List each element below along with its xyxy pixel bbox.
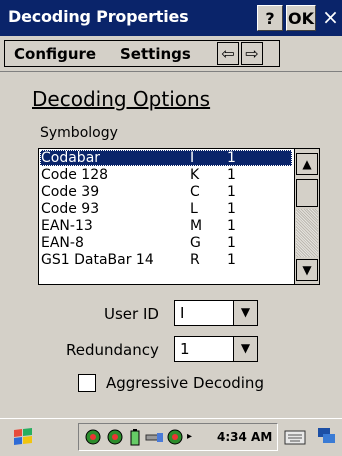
window-title: Decoding Properties — [8, 7, 189, 26]
symbology-name: Codabar — [41, 150, 101, 166]
menu-frame: Configure Settings ⇦ ⇨ — [4, 40, 280, 67]
symbology-name: EAN-8 — [41, 235, 84, 251]
symbology-name: GS1 DataBar 14 — [41, 252, 154, 268]
listbox-scrollbar[interactable]: ▲ ▼ — [294, 149, 319, 284]
usb-connection-icon[interactable] — [145, 429, 165, 449]
scroll-thumb[interactable] — [296, 179, 318, 207]
list-item[interactable]: Code 93 L 1 — [40, 201, 292, 217]
symbology-redundancy: 1 — [227, 184, 236, 200]
title-bar: Decoding Properties ? OK × — [0, 0, 342, 36]
aggressive-decoding-checkbox[interactable] — [78, 374, 96, 392]
symbology-id: C — [190, 184, 200, 200]
network-icon[interactable] — [167, 429, 183, 449]
symbology-id: L — [190, 201, 198, 217]
section-heading: Decoding Options — [32, 87, 211, 111]
tray-expand-icon[interactable]: ▸ — [187, 431, 192, 442]
user-id-label: User ID — [104, 305, 159, 323]
ok-button[interactable]: OK — [286, 5, 316, 31]
list-item[interactable]: EAN-13 M 1 — [40, 218, 292, 234]
symbology-id: I — [190, 150, 195, 166]
back-arrow-icon[interactable]: ⇦ — [217, 42, 239, 65]
symbology-redundancy: 1 — [227, 150, 236, 166]
symbology-redundancy: 1 — [227, 235, 236, 251]
symbology-id: M — [190, 218, 203, 234]
user-id-value: I — [180, 304, 185, 322]
windows-switch-icon[interactable] — [316, 426, 336, 450]
redundancy-value: 1 — [180, 340, 190, 358]
symbology-name: Code 128 — [41, 167, 109, 183]
redundancy-combo[interactable]: 1 ▼ — [174, 336, 258, 362]
list-item[interactable]: Code 39 C 1 — [40, 184, 292, 200]
scroll-track[interactable] — [296, 209, 318, 257]
symbology-listbox[interactable]: Codabar I 1 Code 128 K 1 Code 39 C 1 Cod… — [38, 148, 320, 285]
symbology-id: G — [190, 235, 201, 251]
system-tray: ▸ 4:34 AM — [78, 423, 278, 451]
forward-arrow-icon[interactable]: ⇨ — [241, 42, 263, 65]
start-windows-icon[interactable] — [12, 427, 34, 452]
chevron-down-icon[interactable]: ▼ — [233, 337, 257, 361]
chevron-down-icon[interactable]: ▼ — [233, 301, 257, 325]
symbology-id: K — [190, 167, 200, 183]
symbology-redundancy: 1 — [227, 252, 236, 268]
list-item[interactable]: Code 128 K 1 — [40, 167, 292, 183]
network-icon[interactable] — [85, 429, 101, 449]
scroll-up-icon[interactable]: ▲ — [296, 153, 318, 175]
keyboard-icon[interactable] — [284, 426, 306, 451]
aggressive-decoding-label[interactable]: Aggressive Decoding — [106, 374, 264, 392]
menu-bar: Configure Settings ⇦ ⇨ — [0, 36, 342, 72]
redundancy-label: Redundancy — [66, 341, 159, 359]
menu-settings[interactable]: Settings — [120, 45, 191, 63]
network-icon[interactable] — [107, 429, 123, 449]
symbology-name: Code 39 — [41, 184, 100, 200]
list-item[interactable]: GS1 DataBar 14 R 1 — [40, 252, 292, 268]
battery-icon[interactable] — [129, 429, 141, 451]
symbology-id: R — [190, 252, 200, 268]
symbology-label: Symbology — [40, 125, 118, 141]
symbology-redundancy: 1 — [227, 218, 236, 234]
help-button[interactable]: ? — [257, 5, 283, 31]
list-item[interactable]: EAN-8 G 1 — [40, 235, 292, 251]
taskbar: ▸ 4:34 AM — [0, 418, 342, 456]
menu-configure[interactable]: Configure — [14, 45, 96, 63]
scroll-down-icon[interactable]: ▼ — [296, 259, 318, 281]
user-id-combo[interactable]: I ▼ — [174, 300, 258, 326]
symbology-name: Code 93 — [41, 201, 100, 217]
symbology-redundancy: 1 — [227, 201, 236, 217]
symbology-name: EAN-13 — [41, 218, 93, 234]
clock[interactable]: 4:34 AM — [217, 430, 272, 444]
symbology-redundancy: 1 — [227, 167, 236, 183]
close-button[interactable]: × — [319, 5, 342, 31]
list-item[interactable]: Codabar I 1 — [40, 150, 292, 166]
